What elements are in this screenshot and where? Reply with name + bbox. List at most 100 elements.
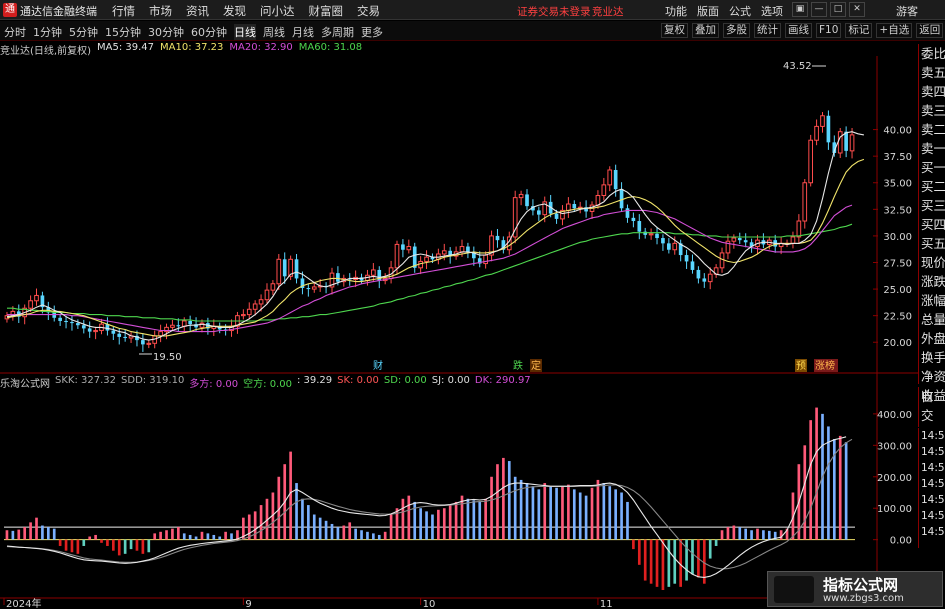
login-notice[interactable]: 证券交易未登录 xyxy=(517,4,591,19)
sidebar-item-bid2[interactable]: 买二 xyxy=(919,177,945,196)
indicator-bar xyxy=(354,528,357,540)
restore-rights-button[interactable]: 复权 xyxy=(661,23,688,38)
candle-up xyxy=(170,324,175,328)
skin-icon[interactable]: ▣ xyxy=(792,2,808,17)
candle-up xyxy=(28,300,33,309)
candle-up xyxy=(601,184,607,197)
sidebar-item-change[interactable]: 涨跌 xyxy=(919,272,945,291)
mark-button[interactable]: 标记 xyxy=(845,23,873,38)
auto-label[interactable]: 自动 xyxy=(919,387,945,406)
sidebar-item-order-ratio[interactable]: 委比 xyxy=(919,44,945,63)
sidebar-item-bid4[interactable]: 买四 xyxy=(919,215,945,234)
sidebar-item-change-pct[interactable]: 涨幅 xyxy=(919,291,945,310)
sidebar-item-bid5[interactable]: 买五 xyxy=(919,234,945,253)
tab-5min[interactable]: 5分钟 xyxy=(69,24,98,40)
tab-60min[interactable]: 60分钟 xyxy=(191,24,227,40)
multi-stock-button[interactable]: 多股 xyxy=(723,23,750,38)
close-icon[interactable]: ✕ xyxy=(849,2,865,17)
menu-formula[interactable]: 公式 xyxy=(729,3,751,19)
add-watchlist-button[interactable]: +自选 xyxy=(876,23,913,38)
indicator-bar xyxy=(637,539,641,565)
sidebar-item-ask3[interactable]: 卖三 xyxy=(919,101,945,120)
indicator-bar xyxy=(555,487,558,540)
sidebar-item-volume[interactable]: 总量 xyxy=(919,310,945,329)
sidebar-item-ask5[interactable]: 卖五 xyxy=(919,63,945,82)
candle-down xyxy=(643,231,648,235)
indicator-bar xyxy=(123,539,127,554)
trade-label[interactable]: 交易 xyxy=(919,406,945,425)
tab-1min[interactable]: 1分钟 xyxy=(33,24,62,40)
chart-tools: 复权 叠加 多股 统计 画线 F10 标记 +自选 返回 xyxy=(661,23,944,38)
indicator-bar xyxy=(685,539,688,581)
candle-up xyxy=(146,342,152,345)
skk-line xyxy=(6,436,847,578)
menu-quotes[interactable]: 行情 xyxy=(112,3,135,19)
indicator-bar xyxy=(165,530,168,540)
price-tick-label: 25.00 xyxy=(883,285,912,296)
overlay-button[interactable]: 叠加 xyxy=(692,23,719,38)
candle-down xyxy=(667,243,671,250)
indicator-bar xyxy=(188,534,192,540)
back-button[interactable]: 返回 xyxy=(916,23,944,38)
candle-up xyxy=(34,294,39,302)
indicator-bar xyxy=(182,533,186,540)
sidebar-item-outer[interactable]: 外盘 xyxy=(919,329,945,348)
candle-up xyxy=(808,139,814,184)
stock-name-label[interactable]: 竞业达(日线,前复权) xyxy=(0,42,91,57)
maximize-icon[interactable]: □ xyxy=(830,2,846,17)
f10-button[interactable]: F10 xyxy=(816,23,842,38)
menu-options[interactable]: 选项 xyxy=(761,3,783,19)
current-stock-notice[interactable]: 竞业达 xyxy=(592,4,624,19)
indicator-bar xyxy=(64,539,68,551)
sidebar-item-turnover[interactable]: 换手 xyxy=(919,348,945,367)
high-price-label: 43.52 xyxy=(783,61,812,72)
candle-up xyxy=(246,308,252,316)
sidebar-item-ask2[interactable]: 卖二 xyxy=(919,120,945,139)
menu-market[interactable]: 市场 xyxy=(149,3,172,19)
statistics-button[interactable]: 统计 xyxy=(754,23,781,38)
tab-weekly[interactable]: 周线 xyxy=(263,24,285,40)
indicator-bar xyxy=(803,445,807,540)
menu-wealth-circle[interactable]: 财富圈 xyxy=(309,3,344,19)
tab-15min[interactable]: 15分钟 xyxy=(105,24,141,40)
tab-monthly[interactable]: 月线 xyxy=(292,24,314,40)
menu-layout[interactable]: 版面 xyxy=(697,3,719,19)
candle-up xyxy=(837,131,843,154)
tick-time: 14:56 xyxy=(921,478,945,490)
sidebar-item-ask4[interactable]: 卖四 xyxy=(919,82,945,101)
candle-down xyxy=(631,217,636,222)
guest-user[interactable]: 游客 xyxy=(896,3,918,19)
sidebar-item-ask1[interactable]: 卖一 xyxy=(919,139,945,158)
indicator-bar xyxy=(708,539,712,559)
tab-daily[interactable]: 日线 xyxy=(234,24,256,40)
indicator-bar xyxy=(844,442,848,540)
menu-functions[interactable]: 功能 xyxy=(665,3,687,19)
tab-multi-period[interactable]: 多周期 xyxy=(321,24,354,40)
candle-up xyxy=(707,273,713,283)
minimize-icon[interactable]: — xyxy=(811,2,827,17)
sidebar-item-bid1[interactable]: 买一 xyxy=(919,158,945,177)
kline-chart[interactable]: 40.00 37.50 35.00 32.50 30.00 27.50 25.00 22.50… xyxy=(0,56,918,609)
candle-down xyxy=(572,204,577,209)
indicator-bar xyxy=(590,487,594,540)
candle-down xyxy=(111,330,116,334)
tab-30min[interactable]: 30分钟 xyxy=(148,24,184,40)
draw-line-button[interactable]: 画线 xyxy=(785,23,812,38)
menu-news[interactable]: 资讯 xyxy=(186,3,209,19)
tab-intraday[interactable]: 分时 xyxy=(4,24,26,40)
indicator-bar xyxy=(531,486,535,540)
tab-more[interactable]: 更多 xyxy=(361,24,383,40)
sidebar-item-bid3[interactable]: 买三 xyxy=(919,196,945,215)
menu-ask-assistant[interactable]: 问小达 xyxy=(260,3,295,19)
ma5-line xyxy=(6,131,865,341)
indicator-tick-label: 100.00 xyxy=(877,504,912,515)
menu-trade[interactable]: 交易 xyxy=(357,3,380,19)
menu-discover[interactable]: 发现 xyxy=(223,3,246,19)
x-tick-label: 2024年 xyxy=(6,597,41,609)
sidebar-item-price[interactable]: 现价 xyxy=(919,253,945,272)
indicator-bar xyxy=(230,533,233,540)
sidebar-item-net-assets[interactable]: 净资 xyxy=(919,367,945,386)
x-tick-label: 10 xyxy=(423,599,436,609)
indicator-bar xyxy=(212,534,216,540)
indicator-bar xyxy=(431,514,434,540)
